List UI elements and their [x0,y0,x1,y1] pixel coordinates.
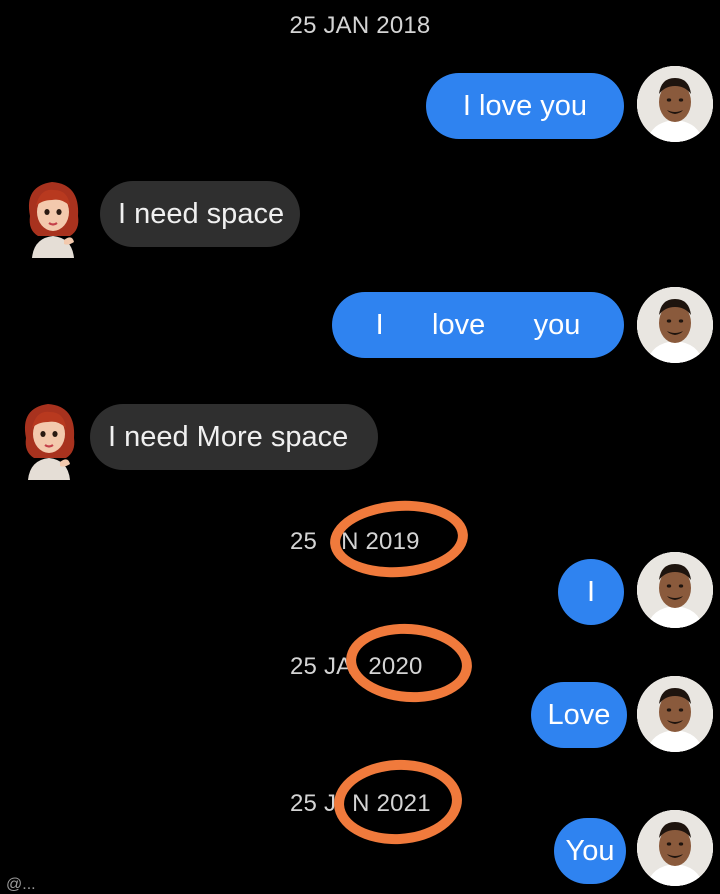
cartoon-girl-avatar-icon [24,404,75,480]
date-separator-2018: 25 JAN 2018 [0,12,720,40]
sent-message[interactable]: I love you [332,292,624,358]
man-avatar-icon [637,66,713,142]
sender-avatar[interactable] [637,287,713,363]
received-message[interactable]: I need space [100,181,300,247]
man-avatar-icon [637,287,713,363]
man-avatar-icon [637,552,713,628]
watermark: @... [6,876,36,893]
date-label-start: 25 J [290,790,337,817]
date-separator-2020: 25 JA 2020 [290,653,423,681]
sender-avatar[interactable] [637,66,713,142]
sent-message[interactable]: I [558,559,624,625]
sender-avatar[interactable] [637,810,713,886]
sender-avatar[interactable] [637,552,713,628]
sent-message[interactable]: I love you [426,73,624,139]
date-separator-2019: 25 N 2019 [290,528,420,556]
sent-message[interactable]: You [554,818,626,884]
date-label-end: N 2021 [352,790,431,817]
date-label-start: 25 [290,528,318,555]
date-label-end: 2020 [368,653,423,680]
chat-thread[interactable]: 25 JAN 2018 I love you I need space I lo… [0,0,720,893]
date-label-end: N 2019 [341,528,420,555]
cartoon-girl-avatar-icon [28,182,79,258]
date-label: 25 JAN 2018 [289,12,431,39]
man-avatar-icon [637,676,713,752]
receiver-avatar[interactable] [18,176,88,258]
sent-message[interactable]: Love [531,682,627,748]
sender-avatar[interactable] [637,676,713,752]
date-label-start: 25 JA [290,653,353,680]
date-separator-2021: 25 J N 2021 [290,790,431,818]
received-message[interactable]: I need More space [90,404,378,470]
man-avatar-icon [637,810,713,886]
receiver-avatar[interactable] [14,398,84,480]
